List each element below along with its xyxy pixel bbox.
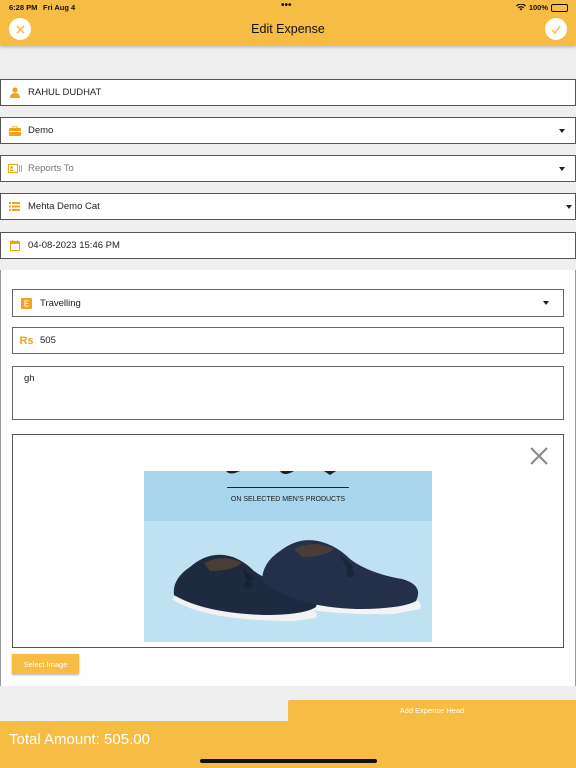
attachment-image: ON SELECTED MEN'S PRODUCTS xyxy=(144,471,432,642)
datetime-field[interactable]: 04-08-2023 15:46 PM xyxy=(0,232,576,259)
chevron-down-icon xyxy=(559,167,565,171)
status-bar: 6:28 PM Fri Aug 4 ••• 100% xyxy=(0,0,576,13)
remove-image-icon[interactable] xyxy=(529,446,549,466)
page-title: Edit Expense xyxy=(251,22,325,36)
checkmark-icon xyxy=(551,25,561,34)
save-button[interactable] xyxy=(545,18,567,40)
person-icon xyxy=(1,80,28,105)
datetime-value: 04-08-2023 15:46 PM xyxy=(28,240,120,251)
project-select[interactable]: Demo xyxy=(0,117,576,144)
chevron-down-icon xyxy=(543,301,549,305)
battery-icon xyxy=(551,3,568,12)
calendar-icon xyxy=(1,233,28,258)
status-right: 100% xyxy=(515,3,568,12)
expense-tag-icon: E xyxy=(13,291,40,316)
app-header: 6:28 PM Fri Aug 4 ••• 100% Edit Expense xyxy=(0,0,576,46)
expense-head-value: Travelling xyxy=(40,297,81,309)
category-select[interactable]: Mehta Demo Cat xyxy=(0,193,576,220)
contact-card-icon xyxy=(1,156,28,181)
category-value: Mehta Demo Cat xyxy=(28,201,100,212)
project-value: Demo xyxy=(28,125,54,136)
reports-to-select[interactable]: Reports To xyxy=(0,155,576,182)
status-time: 6:28 PM xyxy=(9,3,38,12)
employee-name-field[interactable]: RAHUL DUDHAT xyxy=(0,79,576,106)
list-icon xyxy=(1,194,28,219)
home-indicator[interactable] xyxy=(200,759,377,763)
reports-to-placeholder: Reports To xyxy=(28,163,74,174)
amount-value: 505 xyxy=(40,335,56,346)
briefcase-icon xyxy=(1,118,28,143)
chevron-down-icon xyxy=(559,129,565,133)
rupee-icon: Rs xyxy=(13,328,40,353)
note-textarea[interactable]: gh xyxy=(12,366,564,420)
currency-symbol: Rs xyxy=(19,334,34,347)
amount-input[interactable]: Rs 505 xyxy=(12,327,564,354)
status-date: Fri Aug 4 xyxy=(43,3,76,12)
note-value: gh xyxy=(24,373,35,384)
svg-text:E: E xyxy=(24,299,30,308)
add-expense-head-button[interactable]: Add Expense Head xyxy=(288,700,576,721)
battery-percent: 100% xyxy=(528,3,548,12)
chevron-down-icon xyxy=(566,205,572,209)
shoe-ad-graphic: ON SELECTED MEN'S PRODUCTS xyxy=(144,471,432,642)
total-amount: Total Amount: 505.00 xyxy=(9,731,150,748)
wifi-icon xyxy=(515,4,526,11)
expense-head-select[interactable]: E Travelling xyxy=(12,289,564,317)
ad-text: ON SELECTED MEN'S PRODUCTS xyxy=(231,496,345,503)
select-image-button[interactable]: Select Image xyxy=(12,654,79,674)
attachment-preview: ON SELECTED MEN'S PRODUCTS xyxy=(12,434,564,648)
multitask-dots[interactable]: ••• xyxy=(281,0,292,11)
employee-name-value: RAHUL DUDHAT xyxy=(28,87,102,98)
